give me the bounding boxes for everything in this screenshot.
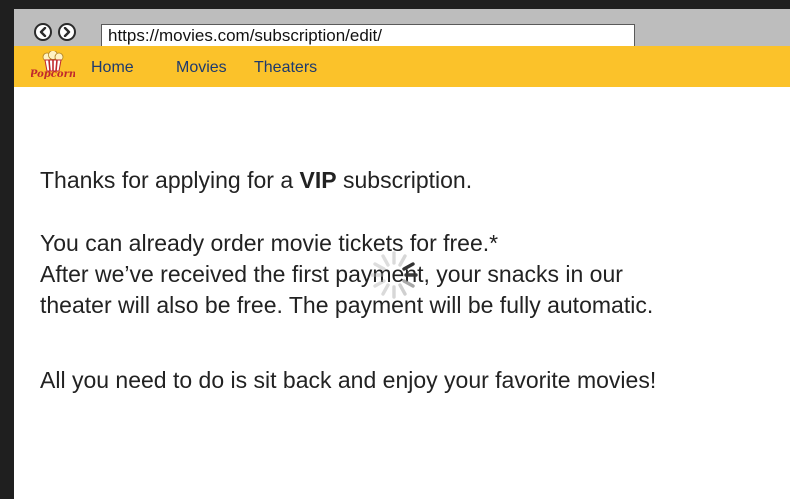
free-tickets-message: You can already order movie tickets for … [40, 230, 499, 256]
forward-button[interactable] [58, 23, 76, 41]
back-button[interactable] [34, 23, 52, 41]
thanks-message: Thanks for applying for a VIP subscripti… [40, 167, 473, 193]
first-payment-message: After we’ve received the first payment, … [40, 261, 623, 287]
address-bar[interactable]: https://movies.com/subscription/edit/ [101, 24, 635, 48]
popcorn-logo[interactable]: Popcorn [29, 50, 76, 83]
loading-spinner-icon [366, 247, 422, 303]
svg-text:Popcorn: Popcorn [31, 69, 75, 80]
automatic-payment-message: theater will also be free. The payment w… [40, 292, 654, 318]
page-content: Thanks for applying for a VIP subscripti… [14, 87, 790, 499]
site-navbar: Popcorn Home Movies Theaters [14, 46, 790, 87]
nav-link-theaters[interactable]: Theaters [254, 59, 317, 77]
browser-toolbar: https://movies.com/subscription/edit/ [14, 9, 790, 48]
chevron-right-icon [63, 27, 71, 37]
nav-link-home[interactable]: Home [91, 59, 134, 77]
nav-link-movies[interactable]: Movies [176, 59, 227, 77]
enjoy-message: All you need to do is sit back and enjoy… [40, 367, 657, 393]
vip-label: VIP [299, 167, 337, 193]
chevron-left-icon [39, 27, 47, 37]
browser-window: https://movies.com/subscription/edit/ Po… [0, 0, 790, 499]
